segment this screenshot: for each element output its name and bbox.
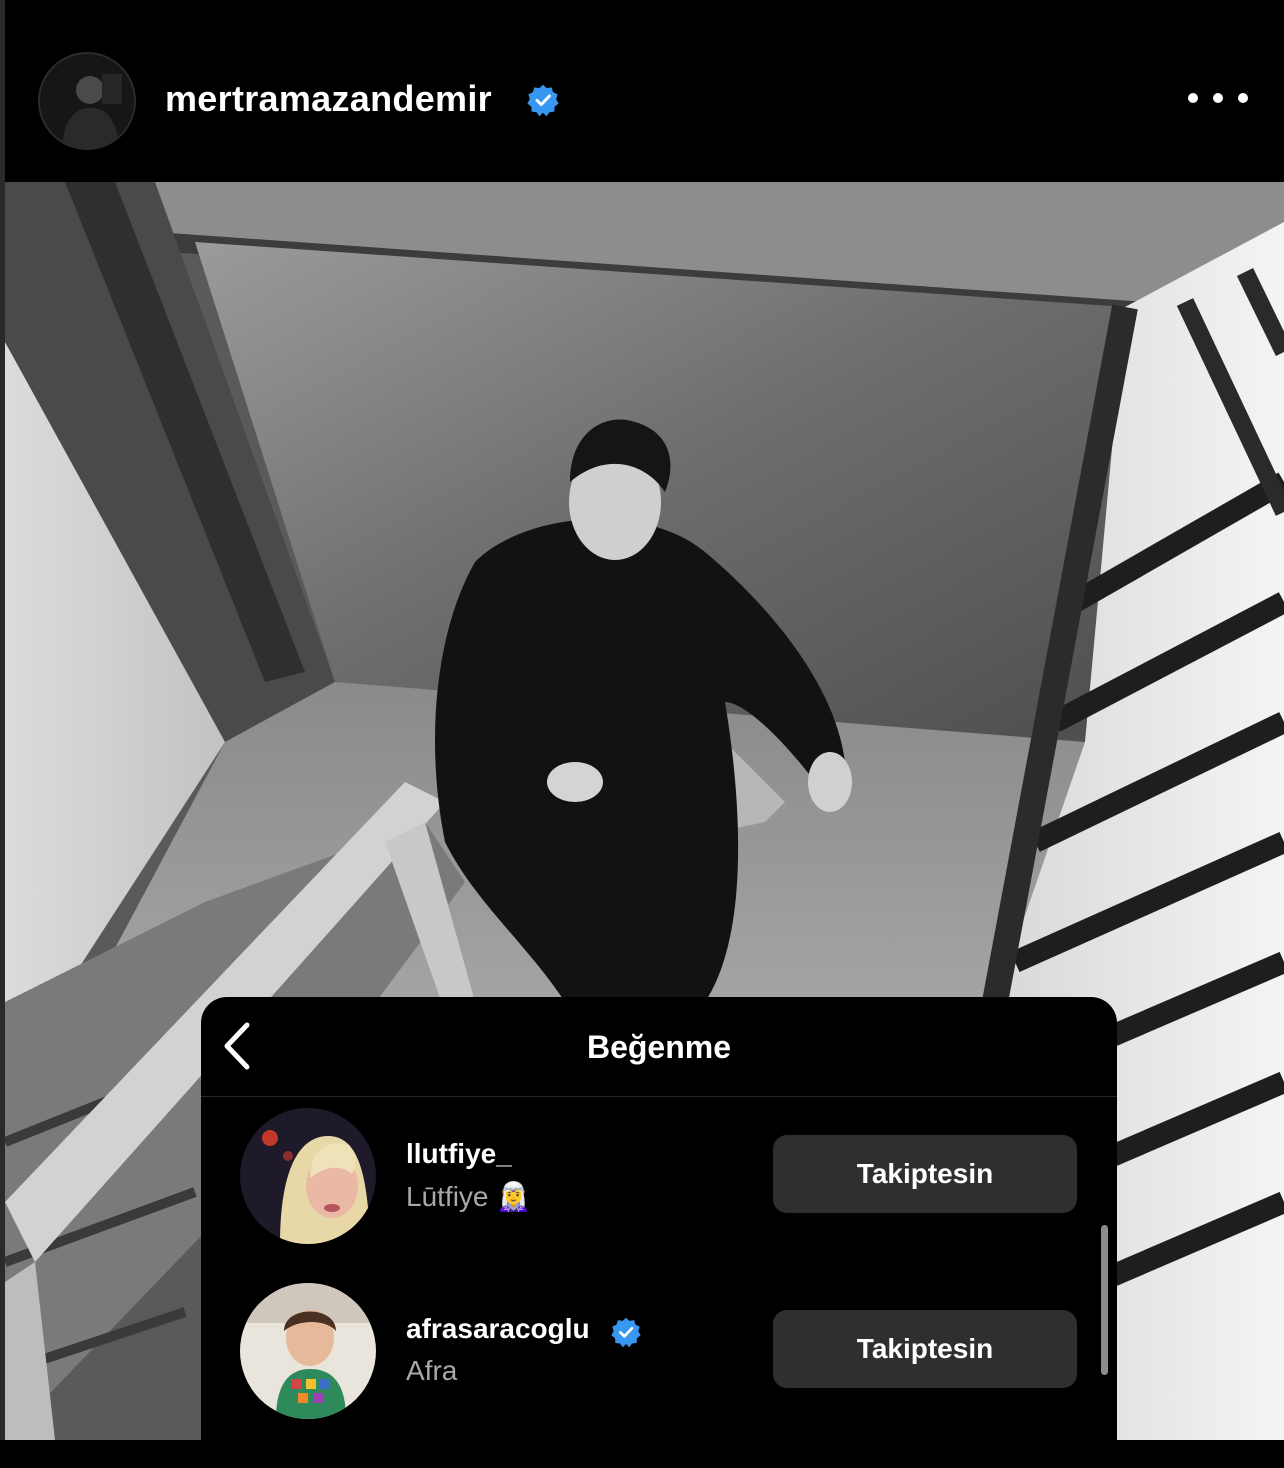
user-avatar[interactable] — [240, 1108, 376, 1244]
user-avatar[interactable] — [240, 1283, 376, 1419]
bottom-bar — [0, 1440, 1284, 1468]
user-username[interactable]: llutfiye_ — [406, 1138, 512, 1170]
verified-badge-icon — [527, 84, 559, 116]
likes-sheet: Beğenme llutfiye_ Lūtfiye 🧝‍♀️ Takiptesi… — [201, 997, 1117, 1440]
likes-sheet-header: Beğenme — [201, 997, 1117, 1097]
following-button[interactable]: Takiptesin — [773, 1310, 1077, 1388]
list-item[interactable]: llutfiye_ Lūtfiye 🧝‍♀️ Takiptesin — [201, 1100, 1117, 1250]
verified-badge-icon — [611, 1317, 641, 1347]
likes-sheet-title: Beğenme — [586, 1029, 732, 1065]
more-options-icon[interactable] — [1188, 80, 1248, 116]
author-username[interactable]: mertramazandemir — [165, 78, 492, 120]
user-display-name: Afra — [406, 1355, 458, 1386]
author-avatar[interactable] — [38, 52, 136, 150]
list-item[interactable]: afrasaracoglu Afra Takiptesin — [201, 1275, 1117, 1425]
following-button[interactable]: Takiptesin — [773, 1135, 1077, 1213]
post-header: mertramazandemir — [5, 0, 1284, 182]
scrollbar[interactable] — [1101, 1225, 1108, 1375]
user-username[interactable]: afrasaracoglu — [406, 1313, 590, 1345]
user-display-name: Lūtfiye 🧝‍♀️ — [406, 1181, 532, 1212]
